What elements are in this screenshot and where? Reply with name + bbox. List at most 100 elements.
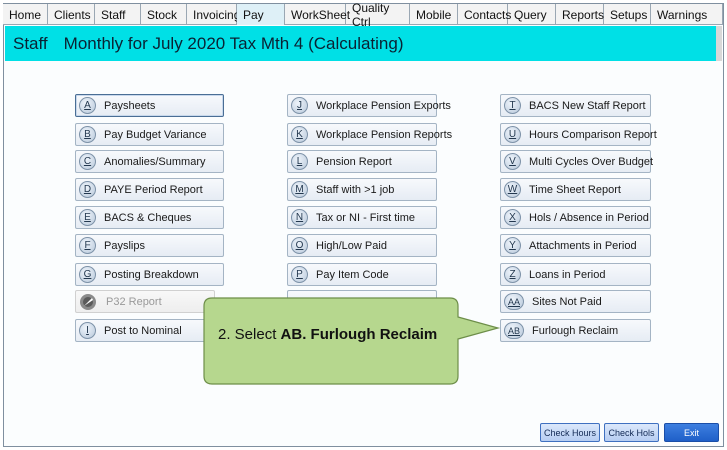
shortcut-key-d: D — [79, 181, 96, 198]
loans-in-period-button[interactable]: Z Loans in Period — [500, 263, 651, 286]
post-to-nominal-button[interactable]: I Post to Nominal — [75, 319, 224, 342]
workplace-pension-reports-button[interactable]: K Workplace Pension Reports — [287, 123, 452, 146]
bacs-cheques-button[interactable]: E BACS & Cheques — [75, 206, 224, 229]
button-label: Hours Comparison Report — [529, 128, 657, 141]
attachments-in-period-button[interactable]: Y Attachments in Period — [500, 234, 651, 257]
shortcut-key-c: C — [79, 153, 96, 170]
shortcut-key-ab: AB — [504, 322, 524, 339]
multi-cycles-over-budget-button[interactable]: V Multi Cycles Over Budget — [500, 150, 654, 173]
callout-text: 2. Select AB. Furlough Reclaim — [218, 326, 437, 343]
shortcut-key-v: V — [504, 153, 521, 170]
button-label: P32 Report — [106, 295, 162, 308]
p32-report-button: P32 Report — [75, 290, 215, 313]
menu-item-worksheet[interactable]: WorkSheet — [285, 4, 350, 25]
shortcut-key-f: F — [79, 237, 96, 254]
bacs-new-staff-report-button[interactable]: T BACS New Staff Report — [500, 94, 651, 117]
page-title-bar: Staff Monthly for July 2020 Tax Mth 4 (C… — [5, 26, 721, 61]
button-label: High/Low Paid — [316, 239, 387, 252]
button-label: Sites Not Paid — [532, 295, 602, 308]
shortcut-key-t: T — [504, 97, 521, 114]
button-label: Pension Report — [316, 155, 392, 168]
shortcut-key-aa: AA — [504, 293, 524, 310]
shortcut-key-z: Z — [504, 266, 521, 283]
callout-emphasis: AB. Furlough Reclaim — [280, 326, 438, 343]
button-label: BACS New Staff Report — [529, 99, 646, 112]
menu-item-setups[interactable]: Setups — [604, 4, 651, 25]
shortcut-key-p: P — [291, 266, 308, 283]
posting-breakdown-button[interactable]: G Posting Breakdown — [75, 263, 224, 286]
shortcut-key-w: W — [504, 181, 521, 198]
busy-gear-icon — [80, 293, 96, 310]
button-label: BACS & Cheques — [104, 211, 192, 224]
menu-item-clients[interactable]: Clients — [48, 4, 95, 25]
button-label: Anomalies/Summary — [104, 155, 206, 168]
button-label: Hols / Absence in Period — [529, 211, 649, 224]
high-low-paid-button[interactable]: O High/Low Paid — [287, 234, 437, 257]
menu-item-reports[interactable]: Reports — [556, 4, 604, 25]
pay-item-code-button[interactable]: P Pay Item Code — [287, 263, 437, 286]
page-title-period: Monthly for July 2020 Tax Mth 4 (Calcula… — [63, 33, 404, 53]
hours-comparison-report-button[interactable]: U Hours Comparison Report — [500, 123, 657, 146]
menu-item-mobile[interactable]: Mobile — [410, 4, 458, 25]
shortcut-key-n: N — [291, 209, 308, 226]
staff-with-1-job-button[interactable]: M Staff with >1 job — [287, 178, 437, 201]
check-hols-button[interactable]: Check Hols — [604, 423, 659, 442]
button-label: Furlough Reclaim — [532, 324, 619, 337]
shortcut-key-k: K — [291, 126, 308, 143]
menu-item-contacts[interactable]: Contacts — [458, 4, 511, 25]
page-title-section: Staff — [13, 33, 48, 53]
workplace-pension-exports-button[interactable]: J Workplace Pension Exports — [287, 94, 451, 117]
shortcut-key-u: U — [504, 126, 521, 143]
payslips-button[interactable]: F Payslips — [75, 234, 224, 257]
shortcut-key-g: G — [79, 266, 96, 283]
button-label: Posting Breakdown — [104, 268, 199, 281]
tax-or-ni-first-time-button[interactable]: N Tax or NI - First time — [287, 206, 437, 229]
exit-button[interactable]: Exit — [664, 423, 719, 442]
menu-item-quality-ctrl[interactable]: Quality Ctrl — [346, 1, 410, 29]
button-label: Post to Nominal — [104, 324, 182, 337]
menu-item-invoicing[interactable]: Invoicing — [187, 4, 240, 25]
paysheets-button[interactable]: A Paysheets — [75, 94, 224, 117]
button-label: Time Sheet Report — [529, 183, 621, 196]
menu-item-query[interactable]: Query — [508, 4, 556, 25]
pay-budget-variance-button[interactable]: B Pay Budget Variance — [75, 123, 224, 146]
button-label: Pay Item Code — [316, 268, 389, 281]
button-label: Staff with >1 job — [316, 183, 395, 196]
shortcut-key-j: J — [291, 97, 308, 114]
callout-prefix: 2. Select — [218, 326, 281, 343]
check-hours-button[interactable]: Check Hours — [540, 423, 600, 442]
pension-report-button[interactable]: L Pension Report — [287, 150, 437, 173]
shortcut-key-i: I — [79, 322, 96, 339]
button-label: Tax or NI - First time — [316, 211, 416, 224]
shortcut-key-m: M — [291, 181, 308, 198]
shortcut-key-x: X — [504, 209, 521, 226]
shortcut-key-b: B — [79, 126, 96, 143]
shortcut-key-e: E — [79, 209, 96, 226]
button-label: Workplace Pension Reports — [316, 128, 453, 141]
sites-not-paid-button[interactable]: AA Sites Not Paid — [500, 290, 651, 313]
menu-item-pay[interactable]: Pay — [237, 4, 285, 25]
shortcut-key-a: A — [79, 97, 96, 114]
button-label: Multi Cycles Over Budget — [529, 155, 654, 168]
menu-item-staff[interactable]: Staff — [95, 4, 141, 25]
hols-absence-in-period-button[interactable]: X Hols / Absence in Period — [500, 206, 651, 229]
button-label: Workplace Pension Exports — [316, 99, 451, 112]
shortcut-key-l: L — [291, 153, 308, 170]
anomalies-summary-button[interactable]: C Anomalies/Summary — [75, 150, 224, 173]
title-bar-edge — [716, 26, 722, 61]
furlough-reclaim-button[interactable]: AB Furlough Reclaim — [500, 319, 651, 342]
menu-item-warnings[interactable]: Warnings — [651, 4, 723, 25]
button-label: Loans in Period — [529, 268, 606, 281]
button-label: Pay Budget Variance — [104, 128, 207, 141]
menu-item-home[interactable]: Home — [3, 4, 48, 25]
button-label: Payslips — [104, 239, 145, 252]
paye-period-report-button[interactable]: D PAYE Period Report — [75, 178, 224, 201]
button-label: Attachments in Period — [529, 239, 637, 252]
button-label: Paysheets — [104, 99, 156, 112]
blank-button[interactable] — [287, 290, 437, 313]
time-sheet-report-button[interactable]: W Time Sheet Report — [500, 178, 651, 201]
button-label: PAYE Period Report — [104, 183, 203, 196]
menu-item-stock[interactable]: Stock — [141, 4, 187, 25]
main-menu-bar: Home Clients Staff Stock Invoicing Pay WorkShe… — [3, 1, 723, 29]
shortcut-key-y: Y — [504, 237, 521, 254]
